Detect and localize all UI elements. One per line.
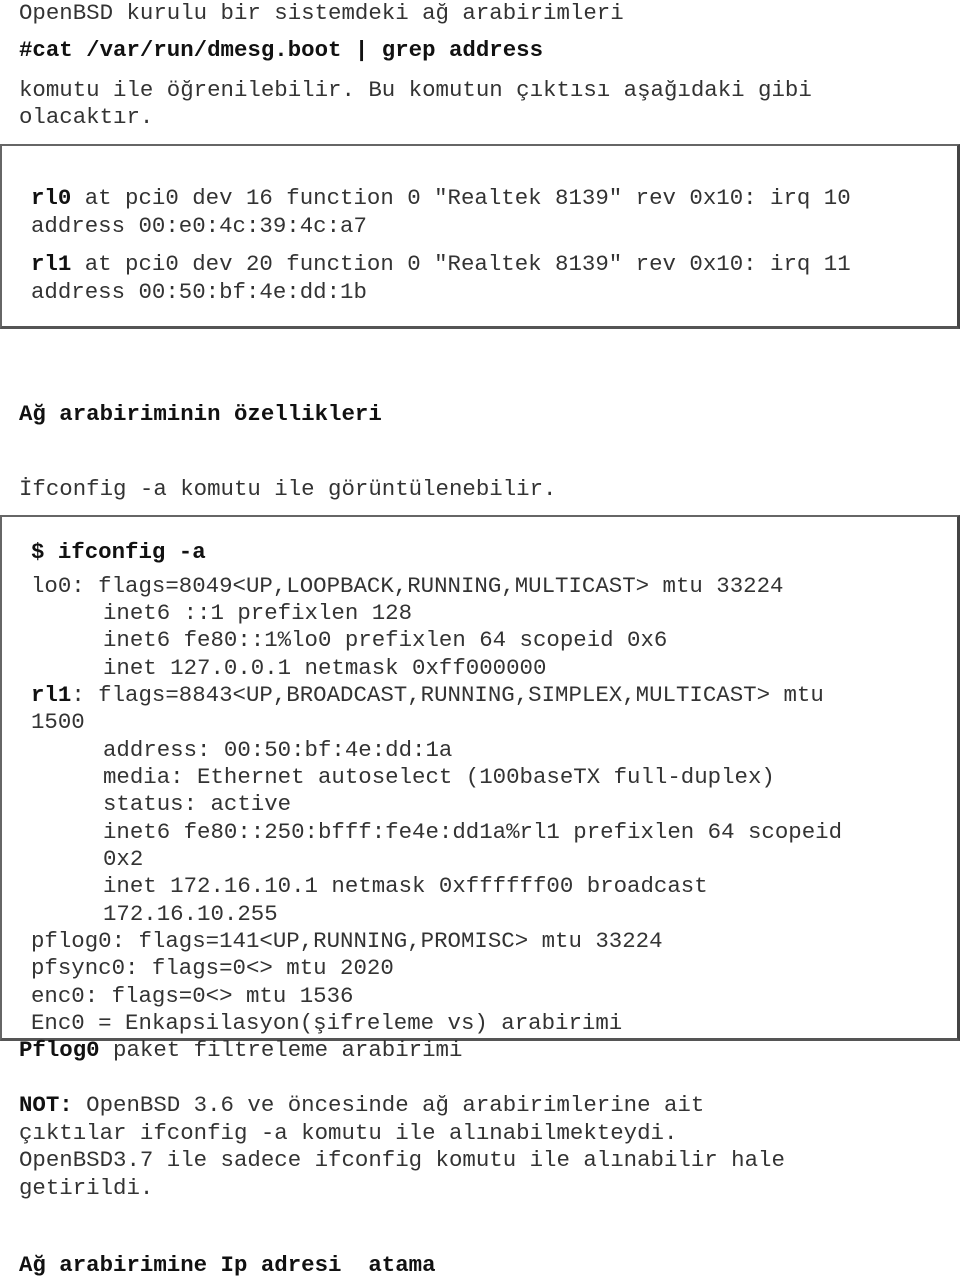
note-line-1: NOT: OpenBSD 3.6 ve öncesinde ağ arabiri… xyxy=(19,1092,704,1119)
device-name: rl1 xyxy=(31,251,72,277)
iface-pflog0: pflog0: flags=141<UP,RUNNING,PROMISC> mt… xyxy=(31,928,663,954)
ifconfig-output-box: $ ifconfig -a lo0: flags=8049<UP,LOOPBAC… xyxy=(0,515,960,1041)
intro-line-2: komutu ile öğrenilebilir. Bu komutun çık… xyxy=(19,77,812,103)
intro-line-3: olacaktır. xyxy=(19,104,154,130)
note-line-4: getirildi. xyxy=(19,1175,154,1201)
device-info: at pci0 dev 16 function 0 "Realtek 8139"… xyxy=(71,185,851,211)
dmesg-entry: rl0 at pci0 dev 16 function 0 "Realtek 8… xyxy=(31,185,851,212)
note-text: OpenBSD 3.6 ve öncesinde ağ arabirimleri… xyxy=(72,1092,705,1118)
iface-detail: inet6 fe80::1%lo0 prefixlen 64 scopeid 0… xyxy=(103,627,668,653)
pflog-name: Pflog0 xyxy=(19,1037,100,1063)
dmesg-output-box: rl0 at pci0 dev 16 function 0 "Realtek 8… xyxy=(0,144,960,329)
iface-detail: status: active xyxy=(103,791,292,817)
iface-flags: : flags=8843<UP,BROADCAST,RUNNING,SIMPLE… xyxy=(71,682,824,708)
iface-name: lo0: xyxy=(31,573,85,599)
iface-detail: inet6 fe80::250:bfff:fe4e:dd1a%rl1 prefi… xyxy=(103,819,843,845)
section-text-ifconfig: İfconfig -a komutu ile görüntülenebilir. xyxy=(19,476,557,502)
iface-rl1-header: rl1: flags=8843<UP,BROADCAST,RUNNING,SIM… xyxy=(31,682,824,709)
section-heading-ip-assign: Ağ arabirimine Ip adresi atama xyxy=(19,1252,436,1278)
iface-detail: address: 00:50:bf:4e:dd:1a xyxy=(103,737,453,763)
iface-flags: flags=8049<UP,LOOPBACK,RUNNING,MULTICAST… xyxy=(84,573,784,599)
iface-detail: 0x2 xyxy=(103,846,144,872)
device-info: at pci0 dev 20 function 0 "Realtek 8139"… xyxy=(71,251,851,277)
pflog-note: Pflog0 paket filtreleme arabirimi xyxy=(19,1037,462,1064)
note-label: NOT: xyxy=(19,1092,73,1118)
iface-name: rl1 xyxy=(31,682,72,708)
note-line-3: OpenBSD3.7 ile sadece ifconfig komutu il… xyxy=(19,1147,785,1173)
iface-pfsync0: pfsync0: flags=0<> mtu 2020 xyxy=(31,955,394,981)
iface-detail: inet 127.0.0.1 netmask 0xff000000 xyxy=(103,655,547,681)
intro-command: #cat /var/run/dmesg.boot | grep address xyxy=(19,37,544,63)
iface-detail: 172.16.10.255 xyxy=(103,901,278,927)
pflog-text: paket filtreleme arabirimi xyxy=(99,1037,463,1063)
iface-detail: inet 172.16.10.1 netmask 0xffffff00 broa… xyxy=(103,873,708,899)
iface-detail: inet6 ::1 prefixlen 128 xyxy=(103,600,413,626)
iface-enc0: enc0: flags=0<> mtu 1536 xyxy=(31,983,354,1009)
iface-detail: 1500 xyxy=(31,709,85,735)
dmesg-entry: rl1 at pci0 dev 20 function 0 "Realtek 8… xyxy=(31,251,851,278)
iface-detail: media: Ethernet autoselect (100baseTX fu… xyxy=(103,764,775,790)
intro-line-1: OpenBSD kurulu bir sistemdeki ağ arabiri… xyxy=(19,0,624,26)
iface-lo0-header: lo0: flags=8049<UP,LOOPBACK,RUNNING,MULT… xyxy=(31,573,783,600)
note-line-2: çıktılar ifconfig -a komutu ile alınabil… xyxy=(19,1120,678,1146)
device-name: rl0 xyxy=(31,185,72,211)
dmesg-address: address 00:50:bf:4e:dd:1b xyxy=(31,279,367,305)
enc0-note: Enc0 = Enkapsilasyon(şifreleme vs) arabi… xyxy=(31,1010,623,1036)
dmesg-address: address 00:e0:4c:39:4c:a7 xyxy=(31,213,367,239)
section-heading-properties: Ağ arabiriminin özellikleri xyxy=(19,401,382,427)
ifconfig-prompt: $ ifconfig -a xyxy=(31,539,206,565)
